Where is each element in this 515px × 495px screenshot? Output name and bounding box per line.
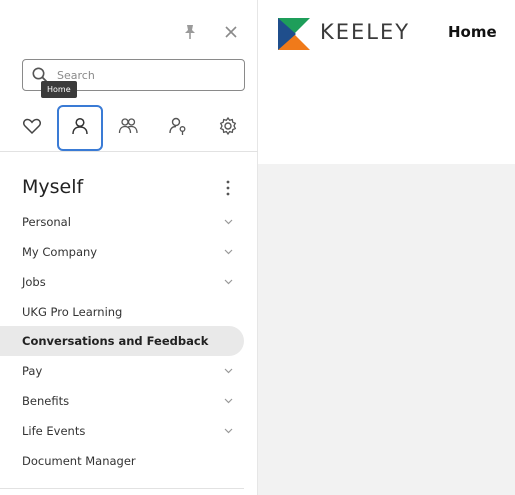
tab-settings[interactable] (205, 105, 251, 151)
menu-item-personal[interactable]: Personal (0, 207, 244, 237)
team-icon (117, 115, 139, 141)
chevron-down-icon (224, 398, 233, 404)
menu-item-benefits[interactable]: Benefits (0, 386, 244, 416)
menu-item-document-manager[interactable]: Document Manager (0, 446, 244, 476)
header-spacer (258, 70, 515, 164)
navigation-panel: Home (0, 0, 258, 495)
tab-administration[interactable] (155, 105, 201, 151)
tab-my-team[interactable] (105, 105, 151, 151)
menu-area: Myself Personal My Company Jobs UKG Pro … (0, 152, 258, 495)
admin-person-icon (167, 115, 189, 141)
keeley-logo-icon (278, 18, 310, 50)
menu-item-life-events[interactable]: Life Events (0, 416, 244, 446)
main-content (258, 164, 515, 495)
menu-item-label: UKG Pro Learning (22, 305, 123, 319)
tooltip: Home (41, 81, 77, 98)
menu-item-label: Jobs (22, 275, 46, 289)
chevron-down-icon (224, 249, 233, 255)
menu-item-jobs[interactable]: Jobs (0, 267, 244, 297)
menu-item-label: My Company (22, 245, 98, 259)
menu-item-ukg-pro-learning[interactable]: UKG Pro Learning (0, 297, 244, 327)
menu-item-label: Document Manager (22, 454, 136, 468)
home-link[interactable]: Home (448, 23, 497, 41)
menu-item-label: Benefits (22, 394, 70, 408)
app-header: KEELEY Home (258, 0, 515, 70)
chevron-down-icon (224, 368, 233, 374)
menu-title: Myself (22, 176, 84, 198)
brand-name: KEELEY (320, 20, 411, 44)
gear-icon (217, 115, 239, 141)
nav-tabs (0, 105, 258, 151)
menu-item-label: Conversations and Feedback (22, 334, 209, 348)
chevron-down-icon (224, 279, 233, 285)
chevron-down-icon (224, 219, 233, 225)
menu-item-label: Pay (22, 364, 43, 378)
menu-item-my-company[interactable]: My Company (0, 237, 244, 267)
person-icon (69, 115, 91, 141)
heart-icon (21, 115, 43, 141)
chevron-down-icon (224, 428, 233, 434)
menu-item-label: Personal (22, 215, 71, 229)
pin-icon[interactable] (180, 22, 200, 42)
search-input[interactable] (57, 64, 237, 86)
divider (0, 488, 244, 489)
menu-item-label: Life Events (22, 424, 86, 438)
close-icon[interactable] (221, 22, 241, 42)
tab-myself[interactable] (57, 105, 103, 151)
menu-item-pay[interactable]: Pay (0, 356, 244, 386)
navigation-panel-header: Home (0, 0, 258, 152)
more-options-icon[interactable] (222, 178, 234, 198)
tab-favorites[interactable] (9, 105, 55, 151)
menu-item-conversations-and-feedback[interactable]: Conversations and Feedback (0, 326, 244, 356)
